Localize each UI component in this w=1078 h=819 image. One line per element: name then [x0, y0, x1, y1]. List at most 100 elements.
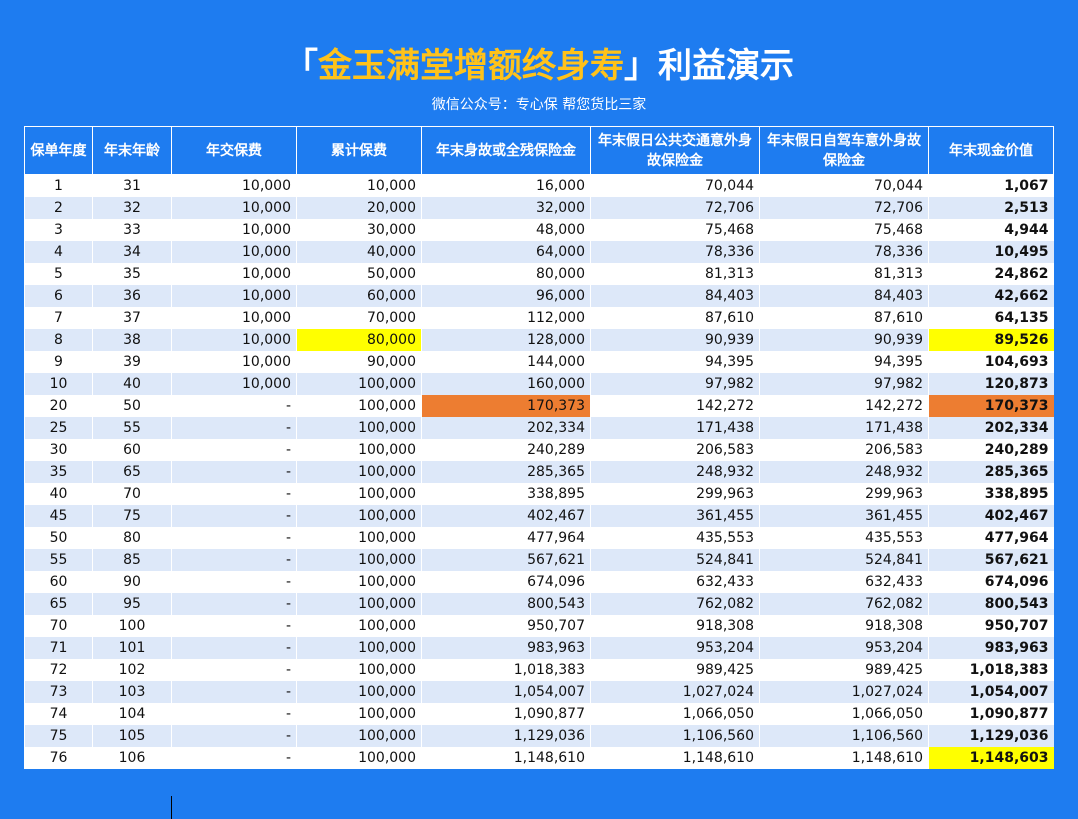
table-header-row: 保单年度 年末年龄 年交保费 累计保费 年末身故或全残保险金 年末假日公共交通意… [24, 126, 1054, 175]
cell-public-transport-benefit: 75,468 [590, 219, 760, 241]
cell-public-transport-benefit: 90,939 [590, 329, 760, 351]
cell-age: 85 [92, 549, 172, 571]
cell-self-drive-benefit: 989,425 [759, 659, 929, 681]
cell-cumulative-premium: 100,000 [296, 659, 422, 681]
table-row: 2 32 10,000 20,000 32,000 72,706 72,706 2,513 [24, 197, 1054, 219]
cell-age: 33 [92, 219, 172, 241]
table-row: 6 36 10,000 60,000 96,000 84,403 84,403 42,662 [24, 285, 1054, 307]
cell-policy-year: 30 [24, 439, 93, 461]
benefit-table: 保单年度 年末年龄 年交保费 累计保费 年末身故或全残保险金 年末假日公共交通意… [24, 126, 1054, 769]
cell-cash-value: 567,621 [928, 549, 1054, 571]
cell-cash-value: 674,096 [928, 571, 1054, 593]
cell-cash-value: 1,054,007 [928, 681, 1054, 703]
table-row: 45 75-100,000 402,467 361,455 361,455 402,467 [24, 505, 1054, 527]
cell-cash-value: 1,067 [928, 174, 1054, 197]
table-row: 60 90-100,000 674,096 632,433 632,433 674,096 [24, 571, 1054, 593]
cell-policy-year: 7 [24, 307, 93, 329]
cell-cash-value: 800,543 [928, 593, 1054, 615]
cell-public-transport-benefit: 524,841 [590, 549, 760, 571]
cell-public-transport-benefit: 97,982 [590, 373, 760, 395]
cell-death-benefit: 338,895 [421, 483, 591, 505]
table-row: 74 104-100,000 1,090,877 1,066,050 1,066,050… [24, 703, 1054, 725]
cell-cumulative-premium: 100,000 [296, 439, 422, 461]
cell-public-transport-benefit: 1,106,560 [590, 725, 760, 747]
cell-death-benefit: 144,000 [421, 351, 591, 373]
table-row: 65 95-100,000 800,543 762,082 762,082 800,543 [24, 593, 1054, 615]
cell-annual-premium: 10,000 [171, 351, 297, 373]
cell-public-transport-benefit: 78,336 [590, 241, 760, 263]
cell-annual-premium: - [171, 659, 297, 681]
header-policy-year: 保单年度 [24, 126, 93, 175]
cell-public-transport-benefit: 918,308 [590, 615, 760, 637]
cell-cash-value: 104,693 [928, 351, 1054, 373]
cell-annual-premium: - [171, 505, 297, 527]
cell-public-transport-benefit: 1,066,050 [590, 703, 760, 725]
cell-public-transport-benefit: 70,044 [590, 174, 760, 197]
cell-death-benefit: 202,334 [421, 417, 591, 439]
cell-age: 34 [92, 241, 172, 263]
cell-age: 105 [92, 725, 172, 747]
cell-policy-year: 45 [24, 505, 93, 527]
cell-death-benefit: 16,000 [421, 174, 591, 197]
cell-cash-value: 120,873 [928, 373, 1054, 395]
table-row: 8 38 10,000 80,000 128,000 90,939 90,939 89,526 [24, 329, 1054, 351]
title-product-name: 金玉满堂增额终身寿 [318, 46, 624, 86]
cell-annual-premium: - [171, 593, 297, 615]
table-row: 73 103-100,000 1,054,007 1,027,024 1,027,024… [24, 681, 1054, 703]
cell-annual-premium: - [171, 747, 297, 769]
page-subtitle: 微信公众号：专心保 帮您货比三家 [431, 97, 647, 113]
cell-self-drive-benefit: 524,841 [759, 549, 929, 571]
title-close: 」利益演示 [624, 46, 794, 86]
cell-age: 65 [92, 461, 172, 483]
cell-cash-value: 10,495 [928, 241, 1054, 263]
cell-death-benefit: 64,000 [421, 241, 591, 263]
cell-policy-year: 1 [24, 174, 93, 197]
table-row: 25 55-100,000 202,334 171,438 171,438 202,334 [24, 417, 1054, 439]
cell-policy-year: 5 [24, 263, 93, 285]
cell-public-transport-benefit: 361,455 [590, 505, 760, 527]
cell-cumulative-premium: 100,000 [296, 461, 422, 483]
cell-cumulative-premium: 100,000 [296, 571, 422, 593]
cell-self-drive-benefit: 72,706 [759, 197, 929, 219]
cell-cumulative-premium: 100,000 [296, 637, 422, 659]
cell-age: 32 [92, 197, 172, 219]
cell-self-drive-benefit: 1,148,610 [759, 747, 929, 769]
cell-annual-premium: 10,000 [171, 263, 297, 285]
cell-self-drive-benefit: 78,336 [759, 241, 929, 263]
cell-age: 102 [92, 659, 172, 681]
cell-policy-year: 55 [24, 549, 93, 571]
table-row: 70 100-100,000 950,707 918,308 918,308 950,70… [24, 615, 1054, 637]
cell-policy-year: 4 [24, 241, 93, 263]
cell-cumulative-premium: 100,000 [296, 527, 422, 549]
header-death-benefit: 年末身故或全残保险金 [421, 126, 591, 175]
cell-self-drive-benefit: 94,395 [759, 351, 929, 373]
cell-self-drive-benefit: 75,468 [759, 219, 929, 241]
cell-cash-value: 338,895 [928, 483, 1054, 505]
cell-self-drive-benefit: 87,610 [759, 307, 929, 329]
cell-age: 70 [92, 483, 172, 505]
cell-self-drive-benefit: 171,438 [759, 417, 929, 439]
cell-self-drive-benefit: 918,308 [759, 615, 929, 637]
cell-annual-premium: - [171, 571, 297, 593]
cell-self-drive-benefit: 1,066,050 [759, 703, 929, 725]
cell-death-benefit: 48,000 [421, 219, 591, 241]
cell-policy-year: 20 [24, 395, 93, 417]
cell-annual-premium: - [171, 725, 297, 747]
cell-age: 100 [92, 615, 172, 637]
cell-cash-value: 24,862 [928, 263, 1054, 285]
benefit-table-container: 保单年度 年末年龄 年交保费 累计保费 年末身故或全残保险金 年末假日公共交通意… [24, 126, 1054, 769]
cell-self-drive-benefit: 435,553 [759, 527, 929, 549]
table-row: 71 101-100,000 983,963 953,204 953,204 983,96… [24, 637, 1054, 659]
cell-death-benefit: 1,018,383 [421, 659, 591, 681]
cell-age: 31 [92, 174, 172, 197]
cell-age: 39 [92, 351, 172, 373]
cell-annual-premium: 10,000 [171, 174, 297, 197]
cell-public-transport-benefit: 94,395 [590, 351, 760, 373]
cell-policy-year: 25 [24, 417, 93, 439]
cell-policy-year: 72 [24, 659, 93, 681]
table-row: 9 39 10,000 90,000 144,000 94,395 94,395 104,69… [24, 351, 1054, 373]
cell-cash-value: 2,513 [928, 197, 1054, 219]
table-row: 35 65-100,000 285,365 248,932 248,932 285,365 [24, 461, 1054, 483]
cell-policy-year: 10 [24, 373, 93, 395]
cell-age: 40 [92, 373, 172, 395]
